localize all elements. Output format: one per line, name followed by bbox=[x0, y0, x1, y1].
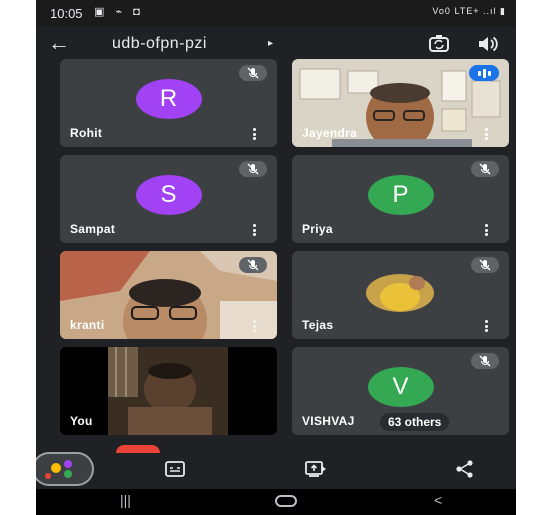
status-time: 10:05 bbox=[50, 6, 83, 21]
participant-name: Priya bbox=[302, 222, 333, 236]
more-vert-icon[interactable] bbox=[253, 320, 257, 332]
participant-tile-jayendra[interactable]: Jayendra bbox=[292, 59, 509, 147]
mic-off-icon bbox=[239, 65, 267, 81]
participant-name: Rohit bbox=[70, 126, 103, 140]
captions-icon[interactable] bbox=[164, 459, 186, 484]
others-count-badge[interactable]: 63 others bbox=[380, 413, 450, 431]
participant-name: kranti bbox=[70, 318, 105, 332]
more-vert-icon[interactable] bbox=[253, 224, 257, 236]
participant-name: VISHVAJ bbox=[302, 414, 355, 428]
mic-off-icon bbox=[239, 161, 267, 177]
mic-off-icon bbox=[471, 161, 499, 177]
meeting-top-bar: ← udb-ofpn-pzi ▸ bbox=[36, 26, 516, 62]
more-vert-icon[interactable] bbox=[485, 320, 489, 332]
camera-switch-icon[interactable] bbox=[428, 34, 450, 59]
back-arrow-icon[interactable]: ← bbox=[48, 32, 70, 54]
mic-off-icon bbox=[471, 257, 499, 273]
system-nav-bar: ||| < bbox=[36, 489, 516, 515]
status-bar: 10:05 ▣ ⌁ ◘ Vo0 LTE+ ..ıl ▮ bbox=[36, 0, 516, 26]
meeting-code[interactable]: udb-ofpn-pzi bbox=[112, 35, 207, 53]
participant-tile-self[interactable]: You bbox=[60, 347, 277, 435]
avatar: P bbox=[367, 175, 434, 216]
more-vert-icon[interactable] bbox=[485, 224, 489, 236]
participant-name: You bbox=[70, 414, 93, 428]
more-vert-icon[interactable] bbox=[253, 128, 257, 140]
participant-tile-kranti[interactable]: kranti bbox=[60, 251, 277, 339]
avatar: V bbox=[367, 367, 434, 408]
home-icon[interactable] bbox=[274, 494, 298, 511]
mic-off-icon bbox=[239, 257, 267, 273]
audio-level-icon bbox=[469, 65, 499, 81]
participant-video bbox=[366, 274, 434, 312]
phone-screen: 10:05 ▣ ⌁ ◘ Vo0 LTE+ ..ıl ▮ ← udb-ofpn-p… bbox=[36, 0, 516, 515]
end-call-button-edge[interactable] bbox=[116, 445, 160, 453]
more-vert-icon[interactable] bbox=[485, 128, 489, 140]
mic-off-icon bbox=[471, 353, 499, 369]
signal-status: Vo0 LTE+ ..ıl ▮ bbox=[432, 6, 506, 16]
avatar: R bbox=[135, 79, 202, 120]
participant-tile-vishvaj[interactable]: V VISHVAJ 63 others bbox=[292, 347, 509, 435]
status-notification-icons: ▣ ⌁ ◘ bbox=[94, 6, 144, 18]
meeting-controls-bar bbox=[36, 445, 516, 489]
participant-tile-sampat[interactable]: S Sampat bbox=[60, 155, 277, 243]
participant-name: Tejas bbox=[302, 318, 334, 332]
recents-icon[interactable]: ||| bbox=[120, 492, 131, 508]
participant-name: Jayendra bbox=[302, 126, 358, 140]
participant-tile-priya[interactable]: P Priya bbox=[292, 155, 509, 243]
speaker-icon[interactable] bbox=[476, 34, 498, 59]
activities-icon[interactable] bbox=[36, 452, 94, 486]
participant-tile-rohit[interactable]: R Rohit bbox=[60, 59, 277, 147]
share-icon[interactable] bbox=[454, 459, 476, 484]
participant-tile-tejas[interactable]: Tejas bbox=[292, 251, 509, 339]
present-screen-icon[interactable] bbox=[304, 459, 328, 484]
nav-back-icon[interactable]: < bbox=[434, 492, 442, 508]
meeting-details-arrow-icon[interactable]: ▸ bbox=[268, 38, 273, 49]
avatar: S bbox=[135, 175, 202, 216]
participant-name: Sampat bbox=[70, 222, 116, 236]
participant-video bbox=[108, 347, 228, 435]
